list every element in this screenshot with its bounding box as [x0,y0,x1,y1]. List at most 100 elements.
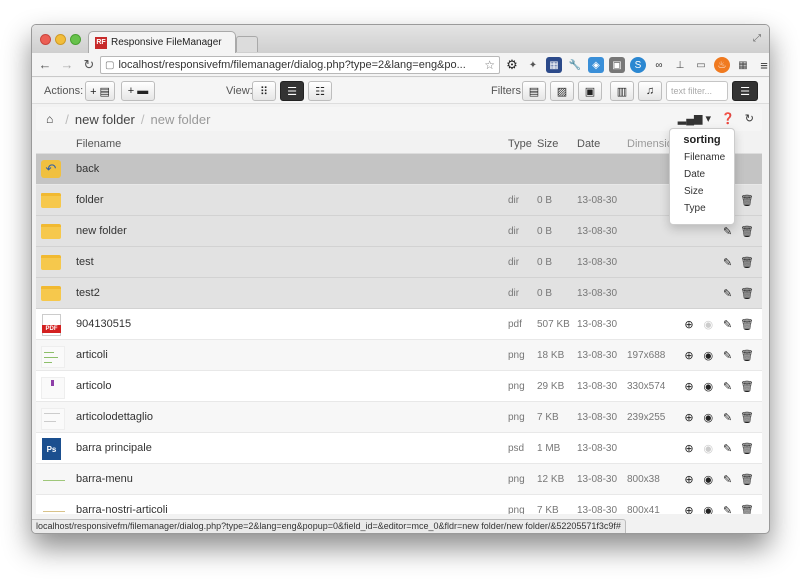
address-bar[interactable]: ▢ localhost/responsivefm/filemanager/dia… [100,56,500,74]
trash-icon[interactable]: 🗑 [740,504,754,515]
fullscreen-icon[interactable]: ⤢ [753,33,761,44]
reload-icon[interactable]: ↻ [80,57,98,73]
clipboard-extension-icon[interactable]: ▣ [609,57,625,73]
list-item[interactable]: test dir 0 B 13-08-30 ✎ 🗑 [36,247,762,278]
filter-archives-button[interactable]: ▣ [578,81,602,101]
header-date[interactable]: Date [577,138,600,150]
breadcrumb-item-new-folder[interactable]: new folder [75,112,135,127]
sort-option-date[interactable]: Date [670,166,734,183]
apps-grid-icon[interactable]: ▦ [735,57,751,73]
close-window-button[interactable] [40,34,51,45]
forward-arrow-icon[interactable]: → [58,57,76,72]
wrench-extension-icon[interactable]: 🔧 [567,57,583,73]
list-item[interactable]: barra-menu png 12 KB 13-08-30 800x38 ⊕ ◉… [36,464,762,495]
clear-filter-button[interactable]: ☰ [732,81,758,101]
text-filter-input[interactable] [666,81,728,101]
trash-icon[interactable]: 🗑 [740,194,754,207]
download-icon[interactable]: ⊕ [682,349,696,362]
list-item[interactable]: articoli png 18 KB 13-08-30 197x688 ⊕ ◉ … [36,340,762,371]
new-tab-button[interactable] [236,36,258,52]
header-type[interactable]: Type [508,138,532,150]
home-icon[interactable]: ⌂ [46,112,53,126]
folder-icon [41,286,61,301]
pencil-icon[interactable]: ✎ [721,504,735,515]
file-date: 13-08-30 [577,411,618,423]
mask-extension-icon[interactable]: ∞ [651,57,667,73]
trash-icon[interactable]: 🗑 [740,256,754,269]
sort-option-type[interactable]: Type [670,200,734,217]
view-columns-button[interactable]: ☷ [308,81,332,101]
file-date: 13-08-30 [577,473,618,485]
filter-music-button[interactable]: ♫ [638,81,662,101]
pencil-icon[interactable]: ✎ [721,225,735,238]
skype-extension-icon[interactable]: S [630,57,646,73]
filter-video-button[interactable]: ▥ [610,81,634,101]
list-item[interactable]: articolo png 29 KB 13-08-30 330x574 ⊕ ◉ … [36,371,762,402]
trash-icon[interactable]: 🗑 [740,473,754,486]
header-size[interactable]: Size [537,138,558,150]
trash-icon[interactable]: 🗑 [740,349,754,362]
pencil-icon[interactable]: ✎ [721,473,735,486]
new-folder-button[interactable]: + ▬ [121,81,155,101]
view-grid-button[interactable]: ⠿ [252,81,276,101]
preview-eye-icon[interactable]: ◉ [701,349,715,362]
view-list-button[interactable]: ☰ [280,81,304,101]
pencil-icon[interactable]: ✎ [721,411,735,424]
preview-eye-icon[interactable]: ◉ [701,504,715,515]
download-icon[interactable]: ⊕ [682,318,696,331]
trash-icon[interactable]: 🗑 [740,225,754,238]
help-icon[interactable]: ❓ [721,112,735,125]
header-filename[interactable]: Filename [76,138,121,150]
row-actions: ✎ 🗑 [682,287,754,300]
sort-option-size[interactable]: Size [670,183,734,200]
list-item[interactable]: barra-nostri-articoli png 7 KB 13-08-30 … [36,495,762,514]
filter-files-button[interactable]: ▤ [522,81,546,101]
pencil-icon[interactable]: ✎ [721,380,735,393]
row-actions: ⊕ ◉ ✎ 🗑 [682,318,754,331]
filemanager-toolbar: Actions: + ▤ + ▬ View: ⠿ ☰ ☷ Filters: ▤ … [32,78,769,104]
pencil-icon[interactable]: ✎ [721,287,735,300]
sort-option-filename[interactable]: Filename [670,149,734,166]
network-extension-icon[interactable]: ◈ [588,57,604,73]
gear-extension-icon[interactable]: ⚙ [504,57,520,73]
minimize-window-button[interactable] [55,34,66,45]
download-extension-icon[interactable]: ⊥ [672,57,688,73]
back-row[interactable]: ↶ back [36,154,762,185]
list-item[interactable]: new folder dir 0 B 13-08-30 ✎ 🗑 [36,216,762,247]
trash-icon[interactable]: 🗑 [740,318,754,331]
trash-icon[interactable]: 🗑 [740,411,754,424]
refresh-icon[interactable]: ↻ [745,112,754,125]
download-icon[interactable]: ⊕ [682,473,696,486]
trash-icon[interactable]: 🗑 [740,442,754,455]
download-icon[interactable]: ⊕ [682,380,696,393]
trash-icon[interactable]: 🗑 [740,380,754,393]
screen-extension-icon[interactable]: ▭ [693,57,709,73]
puzzle-extension-icon[interactable]: ▦ [546,57,562,73]
sort-toggle-icon[interactable]: ▂▄▆ ▾ [678,112,711,125]
pencil-icon[interactable]: ✎ [721,256,735,269]
list-item[interactable]: Ps barra principale psd 1 MB 13-08-30 ⊕ … [36,433,762,464]
list-item[interactable]: articolodettaglio png 7 KB 13-08-30 239x… [36,402,762,433]
sparkle-extension-icon[interactable]: ✦ [525,57,541,73]
fire-extension-icon[interactable]: ♨ [714,57,730,73]
preview-eye-icon[interactable]: ◉ [701,380,715,393]
list-item[interactable]: PDF 904130515 pdf 507 KB 13-08-30 ⊕ ◉ ✎ … [36,309,762,340]
download-icon[interactable]: ⊕ [682,504,696,515]
bookmark-star-icon[interactable]: ☆ [484,58,495,72]
trash-icon[interactable]: 🗑 [740,287,754,300]
browser-tab[interactable]: RF Responsive FileManager [88,31,236,53]
list-item[interactable]: test2 dir 0 B 13-08-30 ✎ 🗑 [36,278,762,309]
filter-images-button[interactable]: ▨ [550,81,574,101]
list-item[interactable]: folder dir 0 B 13-08-30 🗑 [36,185,762,216]
pencil-icon[interactable]: ✎ [721,318,735,331]
pencil-icon[interactable]: ✎ [721,349,735,362]
zoom-window-button[interactable] [70,34,81,45]
upload-file-button[interactable]: + ▤ [85,81,115,101]
back-arrow-icon[interactable]: ← [36,57,54,72]
pencil-icon[interactable]: ✎ [721,442,735,455]
download-icon[interactable]: ⊕ [682,411,696,424]
menu-icon[interactable]: ≡ [756,57,769,73]
download-icon[interactable]: ⊕ [682,442,696,455]
preview-eye-icon[interactable]: ◉ [701,411,715,424]
preview-eye-icon[interactable]: ◉ [701,473,715,486]
